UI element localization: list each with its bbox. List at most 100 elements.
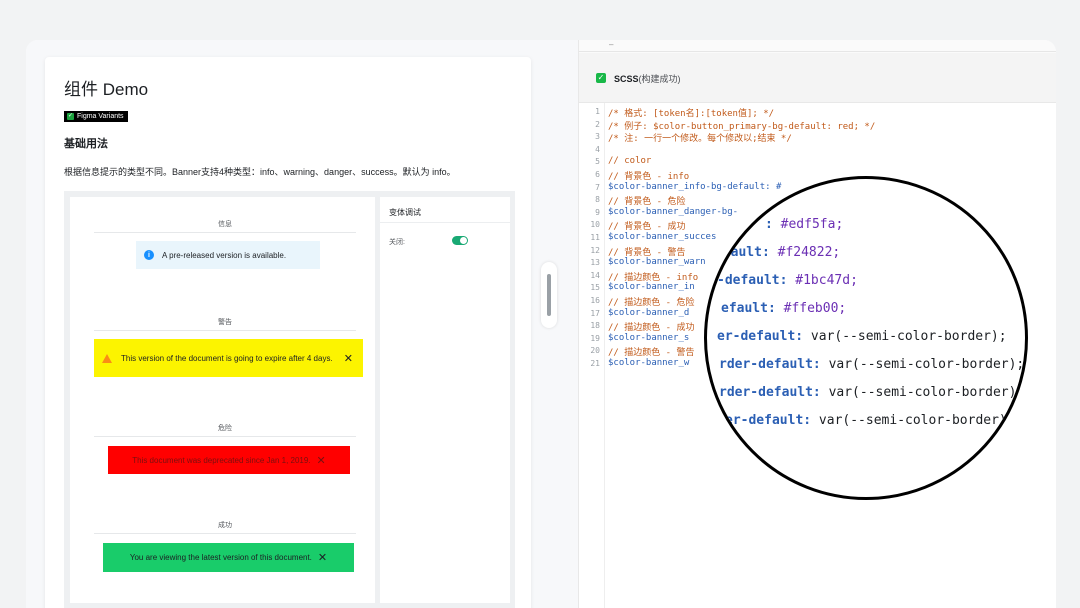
code-line: /* 例子: $color-button_primary-bg-default:… bbox=[608, 121, 876, 132]
code-line: $color-banner_s bbox=[608, 332, 690, 343]
line-number: 5 bbox=[595, 157, 600, 167]
code-line: $color-banner_info-bg-default: # bbox=[608, 181, 782, 192]
code-line: $color-banner_d bbox=[608, 307, 690, 318]
divider bbox=[94, 330, 356, 331]
top-strip: – bbox=[579, 40, 1056, 52]
magnified-code-line: efault: #ffeb00; bbox=[721, 301, 846, 316]
line-number: 20 bbox=[590, 346, 600, 356]
magnified-token-value: #ffeb00; bbox=[783, 301, 847, 316]
banner-warning: This version of the document is going to… bbox=[94, 339, 363, 377]
code-line: // color bbox=[608, 156, 652, 167]
magnified-code-line: efault: #f24822; bbox=[715, 245, 840, 260]
magnified-token-value: var(--semi-color-border); bbox=[810, 329, 1007, 344]
banner-success-text: You are viewing the latest version of th… bbox=[129, 553, 312, 562]
line-number: 10 bbox=[590, 220, 600, 230]
magnified-code-line: : #edf5fa; bbox=[765, 217, 843, 232]
close-icon[interactable]: ✕ bbox=[318, 551, 327, 564]
line-number: 21 bbox=[590, 359, 600, 368]
line-number: 15 bbox=[590, 283, 600, 293]
banner-preview: 信息 i A pre-released version is available… bbox=[70, 197, 375, 603]
code-line: // 描边颜色 - 成功 bbox=[608, 323, 695, 334]
checkbox-checked-icon[interactable]: ✓ bbox=[596, 73, 606, 83]
line-number: 13 bbox=[590, 258, 600, 268]
magnified-token-value: #1bc47d; bbox=[795, 273, 858, 288]
pane-resize-handle[interactable] bbox=[541, 262, 557, 328]
group-label-warning: 警告 bbox=[218, 319, 232, 326]
checkbox-checked-icon: ✓ bbox=[67, 113, 74, 120]
page-title: 组件 Demo bbox=[64, 80, 149, 99]
close-toggle-label: 关闭: bbox=[389, 239, 405, 246]
top-strip-mark: – bbox=[609, 40, 614, 49]
close-toggle[interactable] bbox=[452, 236, 468, 245]
line-number: 12 bbox=[590, 245, 600, 255]
line-number: 9 bbox=[595, 207, 600, 217]
group-label-success: 成功 bbox=[218, 522, 232, 529]
magnified-token-key: -default: bbox=[717, 273, 796, 288]
banner-danger-text: This document was deprecated since Jan 1… bbox=[132, 455, 311, 465]
toggle-knob bbox=[460, 237, 467, 244]
figma-variants-label: Figma Variants bbox=[77, 113, 124, 120]
demo-area: 信息 i A pre-released version is available… bbox=[64, 191, 515, 608]
magnified-code-line: er-default: var(--semi-color-border) bbox=[725, 413, 1007, 428]
line-number: 4 bbox=[595, 144, 600, 154]
magnified-token-key: er-default: bbox=[717, 329, 811, 344]
demo-card: 组件 Demo ✓ Figma Variants 基础用法 根据信息提示的类型不… bbox=[45, 57, 531, 608]
section-title: 基础用法 bbox=[64, 138, 108, 150]
build-header: ✓ SCSS(构建成功) bbox=[579, 53, 1056, 103]
line-number: 11 bbox=[590, 233, 600, 242]
build-language: SCSS bbox=[614, 74, 639, 84]
code-line: $color-banner_succes bbox=[608, 232, 717, 242]
magnified-code-line: er-default: var(--semi-color-border); bbox=[717, 329, 1007, 344]
magnified-token-key: efault: bbox=[721, 301, 784, 316]
line-number: 7 bbox=[595, 182, 600, 192]
code-line: // 背景色 - 危险 bbox=[608, 197, 686, 208]
banner-warning-text: This version of the document is going to… bbox=[121, 353, 333, 363]
line-number: 6 bbox=[595, 170, 600, 179]
code-line: /* 格式: [token名]:[token值]; */ bbox=[608, 109, 775, 119]
line-number: 19 bbox=[590, 333, 600, 343]
grip-icon bbox=[547, 274, 551, 316]
code-line: // 背景色 - info bbox=[608, 172, 690, 182]
magnified-token-value: #edf5fa; bbox=[780, 217, 844, 232]
line-number: 18 bbox=[590, 321, 600, 331]
line-number: 8 bbox=[595, 195, 600, 205]
line-number: 16 bbox=[590, 296, 600, 305]
figma-variants-badge[interactable]: ✓ Figma Variants bbox=[64, 111, 128, 122]
variant-debug-panel: 变体调试 关闭: bbox=[380, 197, 510, 603]
code-line: $color-banner_warn bbox=[608, 257, 706, 268]
code-line: $color-banner_in bbox=[608, 282, 695, 293]
magnified-token-key: : bbox=[765, 217, 781, 232]
magnified-token-key: er-default: bbox=[725, 413, 819, 428]
group-label-danger: 危险 bbox=[218, 425, 232, 432]
divider bbox=[380, 222, 510, 223]
code-line: $color-banner_w bbox=[608, 358, 690, 368]
line-number-gutter: 1 2 3 4 5 6 7 8 9 10 11 12 13 14 15 16 17 18 19 20 21 bbox=[579, 103, 605, 608]
divider bbox=[94, 232, 356, 233]
magnified-token-key: efault: bbox=[715, 245, 778, 260]
magnified-token-value: var(--semi-color-border); bbox=[828, 357, 1025, 372]
group-label-info: 信息 bbox=[218, 221, 232, 228]
divider bbox=[94, 436, 356, 437]
demo-pane: 组件 Demo ✓ Figma Variants 基础用法 根据信息提示的类型不… bbox=[26, 40, 578, 608]
magnified-token-value: #f24822; bbox=[777, 245, 841, 260]
code-line: // 背景色 - 警告 bbox=[608, 247, 686, 258]
magnified-token-value: var(--semi-color-border) bbox=[818, 413, 1007, 428]
code-line: $color-banner_danger-bg- bbox=[608, 206, 739, 217]
code-line: // 描边颜色 - 警告 bbox=[608, 348, 695, 359]
code-line: /* 注: 一行一个修改。每个修改以;结束 */ bbox=[608, 134, 792, 145]
line-number: 2 bbox=[595, 119, 600, 129]
code-line: // 背景色 - 成功 bbox=[608, 222, 686, 233]
magnifier-lens: : #edf5fa; efault: #f24822; -default: #1bc… bbox=[704, 176, 1028, 500]
build-status-text: (构建成功) bbox=[638, 74, 681, 84]
magnified-code-line: rder-default: var(--semi-color-border); bbox=[719, 357, 1024, 372]
banner-success: You are viewing the latest version of th… bbox=[103, 543, 354, 572]
warning-triangle-icon bbox=[102, 353, 112, 363]
variant-panel-title: 变体调试 bbox=[389, 208, 421, 217]
magnified-token-key: rder-default: bbox=[719, 357, 829, 372]
magnified-code-line: -default: #1bc47d; bbox=[717, 273, 858, 288]
code-line: // 描边颜色 - info bbox=[608, 272, 699, 283]
close-icon[interactable]: ✕ bbox=[344, 352, 353, 365]
magnified-code-line: rder-default: var(--semi-color-border); bbox=[719, 385, 1024, 400]
build-status: SCSS(构建成功) bbox=[614, 72, 681, 85]
close-icon[interactable]: ✕ bbox=[317, 454, 326, 467]
